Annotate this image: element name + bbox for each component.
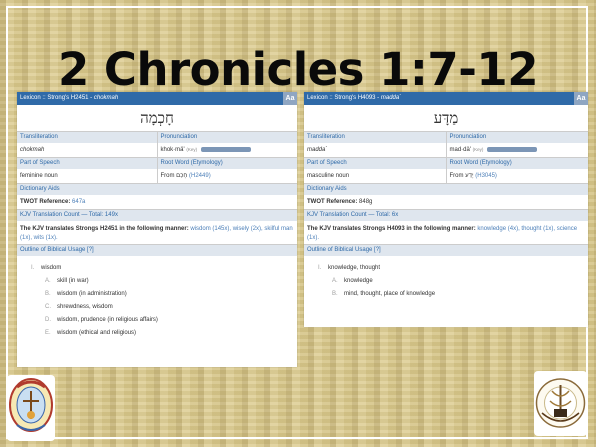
root-ref-link[interactable]: (H3045) bbox=[475, 173, 497, 179]
outline-list: I. wisdom A. skill (in war) B. wisdom (in adm… bbox=[17, 256, 297, 340]
outline-item: E. wisdom (ethical and religious) bbox=[17, 327, 297, 340]
root-word-label: Root Word (Etymology) bbox=[157, 158, 297, 169]
outline-item: C. shrewdness, wisdom bbox=[17, 301, 297, 314]
dictionary-aids-label: Dictionary Aids bbox=[17, 184, 297, 195]
part-of-speech-label: Part of Speech bbox=[17, 158, 157, 169]
kjv-count-label: KJV Translation Count — Total: 6x bbox=[304, 210, 588, 221]
outline-item-number: D. bbox=[45, 317, 51, 323]
outline-item: A. skill (in war) bbox=[17, 275, 297, 288]
panel-header: Lexicon :: Strong's H2451 - chokmah Aa bbox=[17, 92, 297, 105]
outline-item-text: wisdom, prudence (in religious affairs) bbox=[57, 317, 158, 323]
audio-player[interactable] bbox=[487, 146, 538, 152]
panel-header-word: madda` bbox=[380, 95, 402, 101]
panel-header: Lexicon :: Strong's H4093 - madda` Aa bbox=[304, 92, 588, 105]
spirit-truth-logo-image bbox=[9, 378, 53, 432]
spirit-truth-logo bbox=[7, 375, 55, 441]
outline-item-number: A. bbox=[332, 278, 338, 284]
root-hebrew: יָדַע bbox=[465, 173, 474, 179]
outline-item-text: skill (in war) bbox=[57, 278, 89, 284]
transliteration-label: Transliteration bbox=[304, 132, 446, 143]
pronunciation-label: Pronunciation bbox=[157, 132, 297, 143]
hebrew-word: מַדָּע bbox=[304, 105, 588, 132]
twot-reference: TWOT Reference: 647a bbox=[17, 195, 297, 210]
kjv-intro: The KJV translates Strongs H2451 in the … bbox=[20, 226, 189, 232]
lexicon-panel-h4093: Lexicon :: Strong's H4093 - madda` Aa מַ… bbox=[304, 92, 588, 327]
pronunciation-value: mad·dä' (Key) bbox=[446, 143, 588, 158]
kjv-translation-text: The KJV translates Strongs H2451 in the … bbox=[17, 221, 297, 245]
twot-label: TWOT Reference: bbox=[20, 199, 71, 205]
pronunciation-text: khok·mä' bbox=[160, 147, 185, 153]
panel-header-label: Lexicon :: Strong's H2451 - bbox=[20, 95, 94, 101]
lexicon-panel-h2451: Lexicon :: Strong's H2451 - chokmah Aa ח… bbox=[17, 92, 297, 367]
panel-header-label: Lexicon :: Strong's H4093 - bbox=[307, 95, 381, 101]
outline-item-number: I. bbox=[318, 265, 322, 271]
transliteration-value: chokmah bbox=[17, 143, 157, 158]
audio-player[interactable] bbox=[200, 146, 251, 152]
outline-item-text: mind, thought, place of knowledge bbox=[344, 291, 436, 297]
outline-item-text: knowledge, thought bbox=[328, 265, 381, 271]
root-hebrew: חָכַם bbox=[176, 173, 188, 179]
twot-value: 848g bbox=[359, 199, 373, 205]
kjv-translation-text: The KJV translates Strongs H4093 in the … bbox=[304, 221, 588, 245]
outline-item: I. wisdom bbox=[17, 262, 297, 275]
transliteration-label: Transliteration bbox=[17, 132, 157, 143]
bucks-county-logo-image bbox=[535, 378, 586, 428]
root-prefix: From bbox=[160, 173, 175, 179]
twot-label: TWOT Reference: bbox=[307, 199, 358, 205]
root-word-value: From חָכַם (H2449) bbox=[157, 169, 297, 184]
pronunciation-key-link[interactable]: (Key) bbox=[473, 147, 484, 152]
part-of-speech-value: feminine noun bbox=[17, 169, 157, 184]
root-word-label: Root Word (Etymology) bbox=[446, 158, 588, 169]
root-ref-link[interactable]: (H2449) bbox=[189, 173, 211, 179]
hebrew-word: חָכְמָה bbox=[17, 105, 297, 132]
outline-item: B. mind, thought, place of knowledge bbox=[304, 288, 588, 301]
part-of-speech-label: Part of Speech bbox=[304, 158, 446, 169]
outline-label: Outline of Biblical Usage [?] bbox=[17, 245, 297, 256]
outline-list: I. knowledge, thought A. knowledge B. mind, t… bbox=[304, 256, 588, 301]
outline-label: Outline of Biblical Usage [?] bbox=[304, 245, 588, 256]
panel-header-word: chokmah bbox=[93, 95, 119, 101]
pronunciation-label: Pronunciation bbox=[446, 132, 588, 143]
outline-item-number: B. bbox=[45, 291, 51, 297]
slide-title: 2 Chronicles 1:7-12 bbox=[57, 43, 539, 96]
outline-item-text: knowledge bbox=[344, 278, 373, 284]
outline-item: D. wisdom, prudence (in religious affairs… bbox=[17, 314, 297, 327]
font-size-button[interactable]: Aa bbox=[283, 92, 297, 105]
twot-link[interactable]: 647a bbox=[72, 199, 85, 205]
kjv-count-label: KJV Translation Count — Total: 149x bbox=[17, 210, 297, 221]
outline-item-number: A. bbox=[45, 278, 51, 284]
outline-item-number: I. bbox=[31, 265, 35, 271]
pronunciation-key-link[interactable]: (Key) bbox=[186, 147, 197, 152]
root-word-value: From יָדַע (H3045) bbox=[446, 169, 588, 184]
pronunciation-text: mad·dä' bbox=[449, 147, 472, 153]
outline-item-text: shrewdness, wisdom bbox=[57, 304, 113, 310]
outline-item: A. knowledge bbox=[304, 275, 588, 288]
twot-reference: TWOT Reference: 848g bbox=[304, 195, 588, 210]
outline-item: I. knowledge, thought bbox=[304, 262, 588, 275]
transliteration-value: madda` bbox=[304, 143, 446, 158]
outline-item: B. wisdom (in administration) bbox=[17, 288, 297, 301]
outline-item-text: wisdom bbox=[41, 265, 62, 271]
pronunciation-value: khok·mä' (Key) bbox=[157, 143, 297, 158]
outline-item-number: E. bbox=[45, 330, 51, 336]
part-of-speech-value: masculine noun bbox=[304, 169, 446, 184]
bucks-county-bible-assembly-logo bbox=[534, 371, 587, 436]
root-prefix: From bbox=[449, 173, 464, 179]
kjv-intro: The KJV translates Strongs H4093 in the … bbox=[307, 226, 476, 232]
outline-item-number: C. bbox=[45, 304, 51, 310]
dictionary-aids-label: Dictionary Aids bbox=[304, 184, 588, 195]
outline-item-number: B. bbox=[332, 291, 338, 297]
font-size-button[interactable]: Aa bbox=[574, 92, 588, 105]
outline-item-text: wisdom (ethical and religious) bbox=[57, 330, 137, 336]
outline-item-text: wisdom (in administration) bbox=[57, 291, 127, 297]
